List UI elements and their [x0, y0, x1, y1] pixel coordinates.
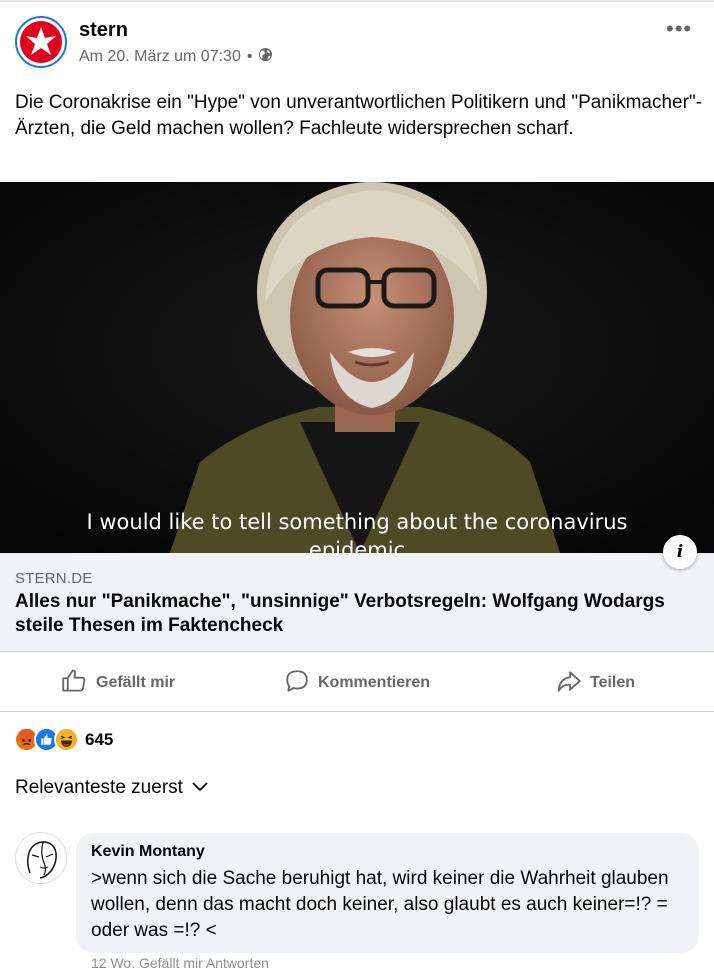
link-domain: STERN.DE	[15, 570, 93, 587]
divider	[0, 651, 714, 652]
meta-separator: •	[246, 48, 253, 65]
link-title[interactable]: Alles nur "Panikmache", "unsinnige" Verb…	[15, 590, 695, 638]
share-arrow-icon	[556, 668, 582, 699]
comment-text: >wenn sich die Sache beruhigt hat, wird …	[91, 868, 669, 941]
share-button[interactable]: Teilen	[556, 667, 635, 699]
post-image[interactable]	[0, 182, 714, 553]
stern-logo-icon	[20, 21, 62, 63]
comment-author[interactable]: Kevin Montany	[91, 843, 205, 861]
video-subtitle-line1: I would like to tell something about the…	[86, 510, 628, 534]
comment-sort-dropdown[interactable]: Relevanteste zuerst	[15, 777, 209, 799]
post-caption: Die Coronakrise ein "Hype" von unverantw…	[15, 92, 703, 139]
sort-label: Relevanteste zuerst	[15, 777, 183, 798]
comment-meta[interactable]: 12 Wo. Gefällt mir Antworten	[91, 955, 269, 971]
page-avatar[interactable]	[15, 16, 67, 68]
comment-label: Kommentieren	[318, 674, 431, 691]
more-options-icon[interactable]: •••	[666, 16, 692, 42]
like-label: Gefällt mir	[96, 674, 176, 691]
page-name[interactable]: stern	[79, 19, 128, 42]
reaction-summary[interactable]: 645	[14, 727, 113, 752]
post-timestamp[interactable]: Am 20. März um 07:30	[79, 48, 241, 66]
comment-button[interactable]: Kommentieren	[284, 667, 430, 699]
haha-reaction-icon	[54, 727, 79, 752]
comment-icon	[284, 668, 310, 699]
info-icon[interactable]: i	[663, 535, 697, 569]
like-button[interactable]: Gefällt mir	[61, 667, 175, 699]
reaction-count: 645	[85, 729, 114, 749]
video-subtitle-line2: epidemic	[308, 538, 406, 553]
share-label: Teilen	[590, 674, 636, 691]
sketch-face-icon	[26, 841, 57, 879]
commenter-avatar[interactable]	[15, 832, 67, 884]
chevron-down-icon	[191, 777, 209, 799]
divider	[0, 711, 714, 712]
globe-icon	[258, 47, 273, 67]
thumbs-up-icon	[61, 667, 88, 699]
video-frame	[0, 182, 714, 553]
post-meta: Am 20. März um 07:30 •	[79, 47, 273, 67]
top-divider	[0, 0, 714, 2]
